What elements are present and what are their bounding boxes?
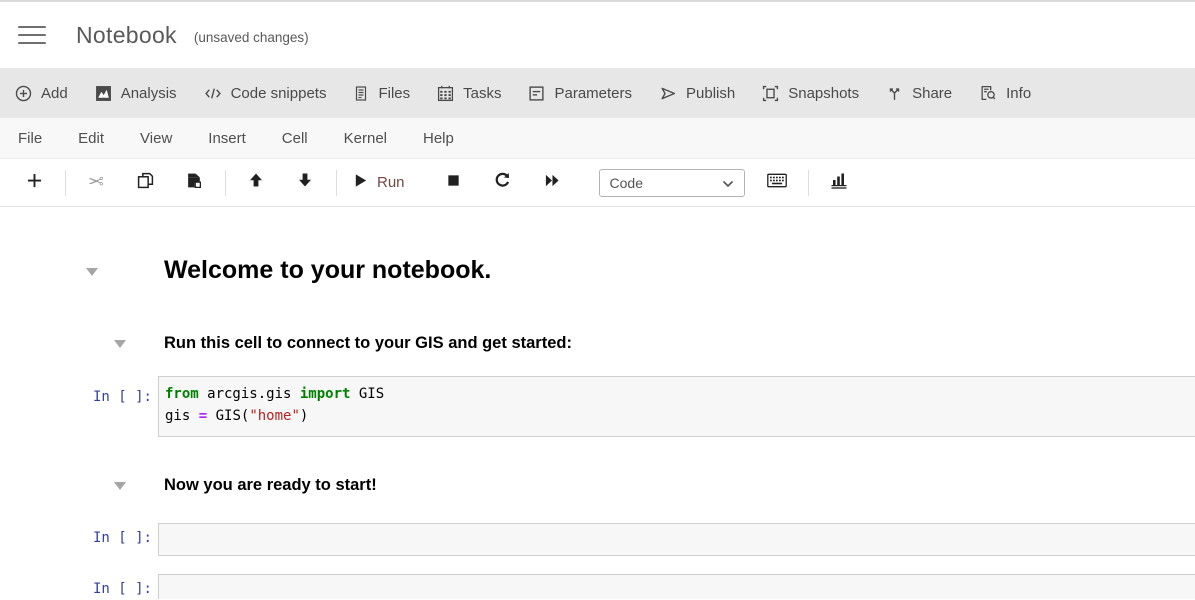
files-label: Files — [378, 85, 410, 102]
menu-kernel[interactable]: Kernel — [344, 130, 387, 147]
cell-type-value: Code — [610, 175, 643, 191]
copy-cell-button[interactable] — [125, 168, 165, 198]
page-title: Notebook — [76, 22, 177, 49]
snapshots-icon — [762, 85, 779, 102]
add-cell-button[interactable] — [14, 168, 54, 198]
toolbar-separator — [65, 170, 66, 196]
notebook-title-heading: Welcome to your notebook. — [164, 256, 491, 285]
publish-icon — [659, 85, 677, 102]
stop-icon — [446, 173, 461, 193]
menu-file[interactable]: File — [18, 130, 42, 147]
analysis-button[interactable]: Analysis — [95, 85, 177, 102]
unsaved-changes-status: (unsaved changes) — [194, 30, 309, 45]
chart-icon — [830, 172, 848, 194]
menu-insert[interactable]: Insert — [208, 130, 246, 147]
code-cell-input[interactable]: from arcgis.gis import GIS gis = GIS("ho… — [158, 376, 1195, 437]
run-icon — [353, 173, 368, 193]
toolbar-separator — [808, 170, 809, 196]
add-label: Add — [41, 85, 68, 102]
input-prompt: In [ ]: — [78, 581, 152, 597]
parameters-icon — [528, 85, 545, 102]
menu-cell[interactable]: Cell — [282, 130, 308, 147]
paste-cell-button[interactable] — [174, 168, 214, 198]
code-snippets-icon — [204, 85, 222, 102]
notebook-menu-bar: File Edit View Insert Cell Kernel Help — [0, 118, 1195, 159]
share-button[interactable]: Share — [886, 85, 952, 102]
menu-edit[interactable]: Edit — [78, 130, 104, 147]
app-header: Notebook (unsaved changes) — [0, 2, 1195, 68]
tasks-icon — [437, 85, 454, 102]
snapshots-button[interactable]: Snapshots — [762, 85, 859, 102]
move-cell-up-button[interactable] — [236, 168, 276, 198]
collapse-section-icon[interactable] — [86, 268, 98, 276]
menu-view[interactable]: View — [140, 130, 172, 147]
command-palette-button[interactable] — [757, 168, 797, 198]
empty-code-cell-input[interactable] — [158, 574, 1195, 599]
cut-cell-button[interactable]: ✂ — [76, 168, 116, 198]
cell-type-dropdown[interactable]: Code — [599, 169, 745, 197]
chevron-down-icon — [722, 175, 734, 191]
info-icon — [979, 85, 997, 102]
files-icon — [353, 85, 369, 102]
add-icon — [15, 85, 32, 102]
analysis-label: Analysis — [121, 85, 177, 102]
tasks-label: Tasks — [463, 85, 501, 102]
publish-label: Publish — [686, 85, 735, 102]
share-label: Share — [912, 85, 952, 102]
toolbar-separator — [225, 170, 226, 196]
section1-heading: Run this cell to connect to your GIS and… — [164, 334, 572, 353]
run-label: Run — [377, 174, 405, 191]
code-line-2: gis = GIS("home") — [165, 406, 1190, 428]
input-prompt: In [ ]: — [78, 389, 152, 405]
notebook-content: Welcome to your notebook. Run this cell … — [0, 207, 1195, 599]
move-down-icon — [297, 172, 313, 193]
cut-icon: ✂ — [88, 171, 104, 194]
code-line-1: from arcgis.gis import GIS — [165, 384, 1190, 406]
add-button[interactable]: Add — [15, 85, 68, 102]
copy-icon — [137, 172, 154, 194]
restart-run-all-button[interactable] — [532, 168, 572, 198]
restart-kernel-button[interactable] — [483, 168, 523, 198]
files-button[interactable]: Files — [353, 85, 410, 102]
collapse-section-icon[interactable] — [114, 482, 126, 490]
empty-code-cell-input[interactable] — [158, 523, 1195, 556]
move-cell-down-button[interactable] — [285, 168, 325, 198]
snapshots-label: Snapshots — [788, 85, 859, 102]
code-snippets-button[interactable]: Code snippets — [204, 85, 327, 102]
cell-toolbar: ✂ Run Code — [0, 159, 1195, 207]
info-label: Info — [1006, 85, 1031, 102]
section2-heading: Now you are ready to start! — [164, 476, 377, 495]
info-button[interactable]: Info — [979, 85, 1031, 102]
app-toolbar: Add Analysis Code snippets Files Tasks P… — [0, 68, 1195, 118]
run-cell-button[interactable]: Run — [347, 168, 411, 198]
add-cell-icon — [27, 173, 42, 193]
hamburger-icon[interactable] — [18, 26, 46, 44]
tasks-button[interactable]: Tasks — [437, 85, 501, 102]
input-prompt: In [ ]: — [78, 530, 152, 546]
parameters-button[interactable]: Parameters — [528, 85, 632, 102]
share-icon — [886, 85, 903, 102]
interrupt-kernel-button[interactable] — [434, 168, 474, 198]
paste-icon — [186, 172, 203, 194]
collapse-section-icon[interactable] — [114, 340, 126, 348]
notebook-tools-button[interactable] — [819, 168, 859, 198]
code-snippets-label: Code snippets — [231, 85, 327, 102]
parameters-label: Parameters — [554, 85, 632, 102]
restart-kernel-icon — [494, 172, 511, 194]
fast-forward-icon — [544, 173, 560, 193]
menu-help[interactable]: Help — [423, 130, 454, 147]
publish-button[interactable]: Publish — [659, 85, 735, 102]
analysis-icon — [95, 85, 112, 102]
toolbar-separator — [336, 170, 337, 196]
move-up-icon — [248, 172, 264, 193]
keyboard-icon — [767, 173, 787, 193]
